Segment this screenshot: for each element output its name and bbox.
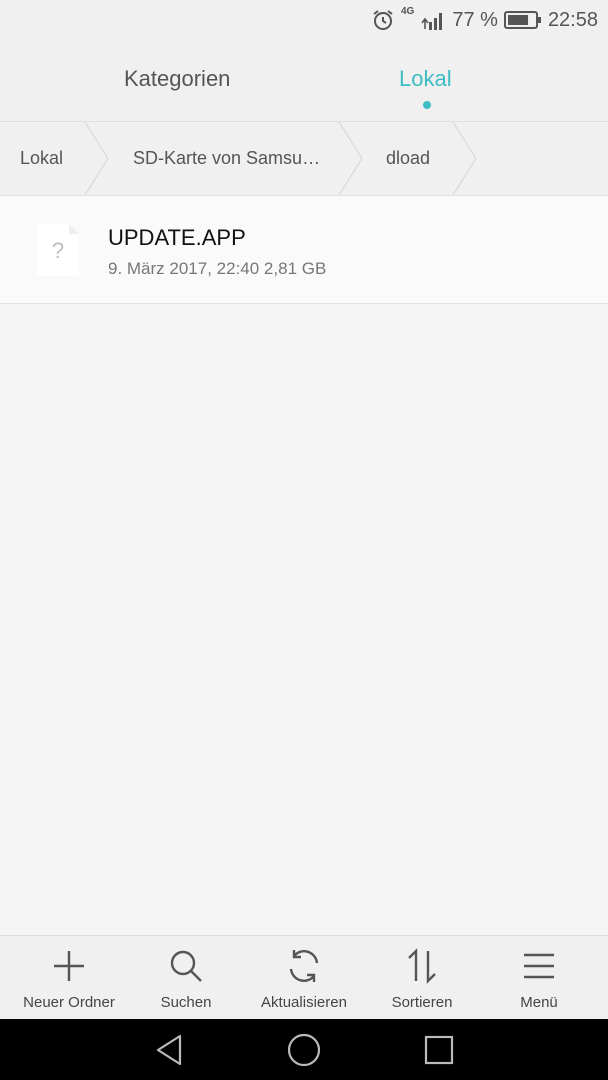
- search-label: Suchen: [160, 994, 212, 1011]
- breadcrumb-item-lokal[interactable]: Lokal: [20, 122, 63, 195]
- file-meta: 9. März 2017, 22:40 2,81 GB: [108, 259, 327, 278]
- system-nav-bar: [0, 1019, 608, 1080]
- status-time: 22:58: [547, 8, 598, 31]
- tab-lokal[interactable]: Lokal: [399, 66, 452, 92]
- sort-label: Sortieren: [391, 994, 453, 1011]
- refresh-icon: [289, 950, 319, 982]
- status-bar: 4G 77 % 22:58: [0, 0, 608, 40]
- new-folder-label: Neuer Ordner: [23, 994, 115, 1011]
- back-icon[interactable]: [152, 1032, 188, 1068]
- status-indicators: 4G 77 % 22:58: [371, 0, 598, 40]
- active-tab-indicator: [423, 101, 431, 109]
- tab-bar: Kategorien Lokal: [0, 40, 608, 122]
- breadcrumb-separator-icon: [338, 122, 363, 195]
- file-row[interactable]: ? UPDATE.APP 9. März 2017, 22:40 2,81 GB: [0, 196, 608, 304]
- plus-icon: [54, 951, 84, 981]
- battery-percent: 77 %: [452, 8, 498, 31]
- bottom-action-bar: Neuer Ordner Suchen Aktualisieren Sortie…: [0, 935, 608, 1020]
- menu-button[interactable]: Menü: [479, 936, 599, 1020]
- file-list: ? UPDATE.APP 9. März 2017, 22:40 2,81 GB: [0, 196, 608, 304]
- breadcrumb-item-dload[interactable]: dload: [386, 122, 430, 195]
- sort-button[interactable]: Sortieren: [362, 936, 482, 1020]
- menu-label: Menü: [520, 994, 558, 1011]
- sort-icon: [408, 948, 436, 984]
- battery-icon: [503, 11, 541, 29]
- signal-icon: [421, 13, 443, 30]
- home-icon[interactable]: [286, 1032, 322, 1068]
- breadcrumb-separator-icon: [84, 122, 109, 195]
- svg-text:?: ?: [52, 238, 64, 263]
- recents-icon[interactable]: [421, 1032, 457, 1068]
- unknown-file-icon: ?: [37, 224, 79, 276]
- breadcrumb: Lokal SD-Karte von Samsu… dload: [0, 122, 608, 196]
- network-type: 4G: [401, 6, 415, 17]
- search-button[interactable]: Suchen: [126, 936, 246, 1020]
- refresh-label: Aktualisieren: [261, 994, 347, 1011]
- menu-icon: [524, 953, 554, 979]
- refresh-button[interactable]: Aktualisieren: [244, 936, 364, 1020]
- breadcrumb-separator-icon: [452, 122, 477, 195]
- tab-kategorien[interactable]: Kategorien: [124, 66, 230, 92]
- new-folder-button[interactable]: Neuer Ordner: [9, 936, 129, 1020]
- breadcrumb-item-sd-card[interactable]: SD-Karte von Samsu…: [133, 122, 320, 195]
- alarm-icon: [373, 10, 393, 30]
- search-icon: [170, 950, 202, 982]
- file-name: UPDATE.APP: [108, 225, 246, 250]
